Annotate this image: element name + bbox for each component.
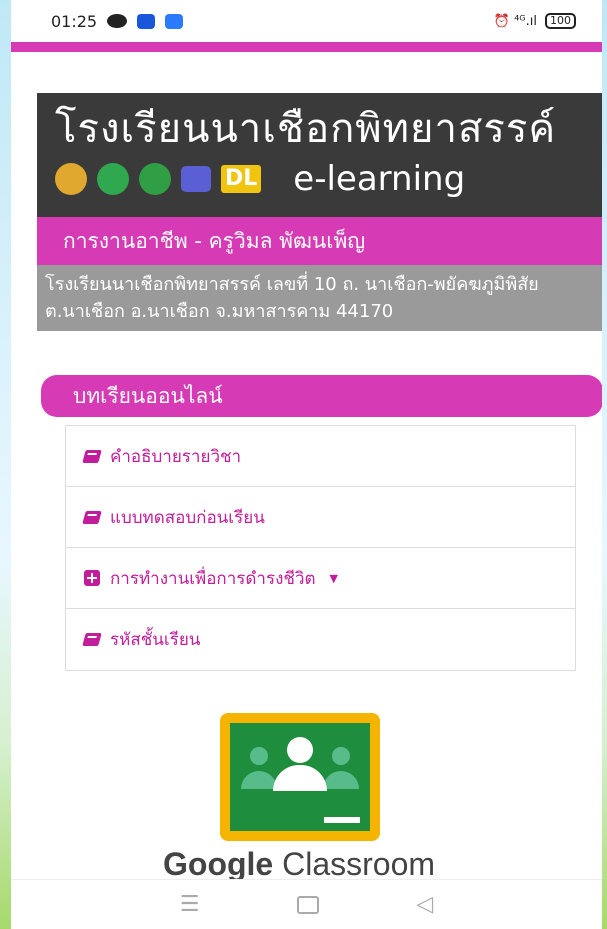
status-left: 01:25 xyxy=(51,11,184,31)
battery-icon: 100 xyxy=(545,13,576,29)
list-item-label: แบบทดสอบก่อนเรียน xyxy=(110,507,265,528)
google-classroom-wordmark[interactable]: Google Classroom xyxy=(163,846,435,883)
line-app-icon xyxy=(107,14,128,28)
brand-google: Google xyxy=(163,846,274,882)
student-left-body xyxy=(241,771,277,789)
school-address: โรงเรียนนาเชือกพิทยาสรรค์ เลขที่ 10 ถ. น… xyxy=(37,265,602,331)
home-icon[interactable] xyxy=(296,895,319,914)
book-icon xyxy=(82,510,102,524)
student-left-icon xyxy=(250,747,268,765)
status-bar: 01:25 ⏰ ⁴ᴳ.ıl 100 xyxy=(11,0,602,42)
teacher-icon xyxy=(287,737,313,763)
classroom-logo-icon xyxy=(139,163,171,195)
elearning-tagline: e-learning xyxy=(293,159,466,199)
chalk-ledge xyxy=(324,817,360,823)
google-classroom-logo-icon[interactable] xyxy=(220,713,380,841)
lesson-list: คำอธิบายรายวิชา แบบทดสอบก่อนเรียน การทำง… xyxy=(65,425,576,671)
course-subtitle: การงานอาชีพ - ครูวิมล พัฒนเพ็ญ xyxy=(37,217,602,265)
status-right: ⏰ ⁴ᴳ.ıl 100 xyxy=(494,13,576,29)
school-emblem-icon xyxy=(55,163,87,195)
android-nav-bar: ☰ ◁ xyxy=(11,879,602,929)
student-right-icon xyxy=(332,747,350,765)
dl-badge: DL xyxy=(221,165,262,193)
phone-screen: 01:25 ⏰ ⁴ᴳ.ıl 100 โรงเรียนนาเชือกพิทยาสร… xyxy=(11,0,602,929)
banner-logos: DL e-learning xyxy=(55,159,584,199)
signal-icon: ⏰ ⁴ᴳ.ıl xyxy=(493,13,537,29)
page-content: โรงเรียนนาเชือกพิทยาสรรค์ DL e-learning … xyxy=(11,93,602,671)
list-item-label: คำอธิบายรายวิชา xyxy=(110,446,242,467)
lesson-item-pretest[interactable]: แบบทดสอบก่อนเรียน xyxy=(66,487,575,548)
list-item-label: รหัสชั้นเรียน xyxy=(110,630,201,650)
plus-icon xyxy=(84,570,100,586)
notification-app-icon xyxy=(165,13,184,29)
mountain-logo-icon xyxy=(97,163,129,195)
lesson-item-class-code[interactable]: รหัสชั้นเรียน xyxy=(66,609,575,670)
teams-logo-icon xyxy=(181,166,211,192)
chevron-down-icon: ▼ xyxy=(329,571,338,585)
status-time: 01:25 xyxy=(51,11,98,31)
brand-classroom: Classroom xyxy=(273,846,436,882)
top-accent-bar xyxy=(11,42,602,52)
classroom-board xyxy=(230,723,370,831)
online-lessons-heading: บทเรียนออนไลน์ xyxy=(41,375,602,417)
messenger-icon xyxy=(137,13,156,29)
lesson-item-worklife-dropdown[interactable]: การทำงานเพื่อการดำรงชีวิต ▼ xyxy=(66,548,575,609)
back-icon[interactable]: ◁ xyxy=(416,892,433,917)
lesson-item-description[interactable]: คำอธิบายรายวิชา xyxy=(66,426,575,487)
book-icon xyxy=(82,633,102,646)
school-banner[interactable]: โรงเรียนนาเชือกพิทยาสรรค์ DL e-learning xyxy=(37,93,602,217)
school-name: โรงเรียนนาเชือกพิทยาสรรค์ xyxy=(55,106,557,152)
teacher-body xyxy=(273,765,327,791)
list-item-label: การทำงานเพื่อการดำรงชีวิต xyxy=(110,568,316,589)
menu-icon[interactable]: ☰ xyxy=(180,892,200,917)
book-icon xyxy=(82,449,102,463)
student-right-body xyxy=(323,771,359,789)
